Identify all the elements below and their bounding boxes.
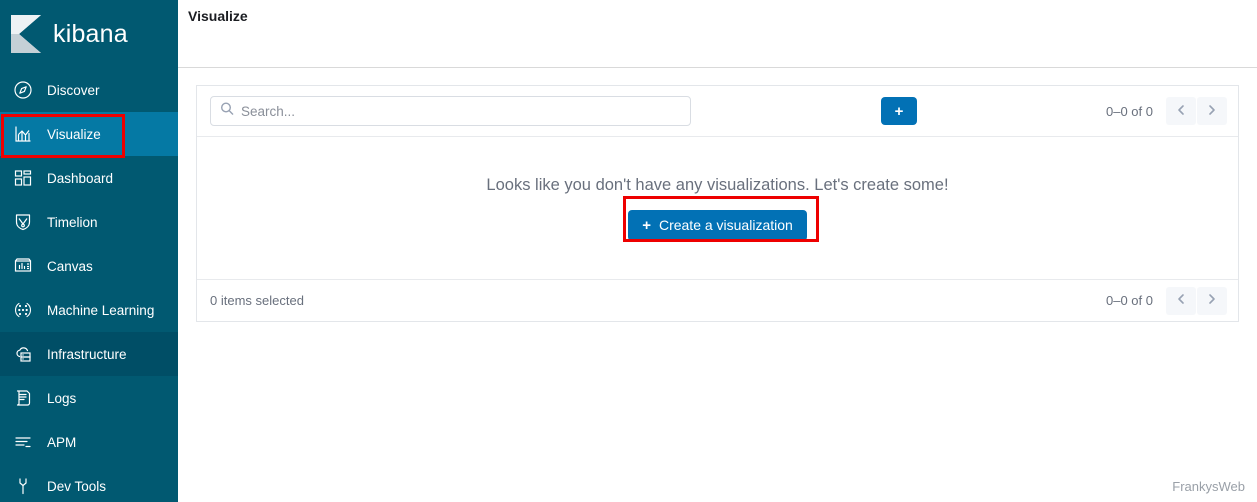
toolbar-pagination: 0–0 of 0 — [1106, 97, 1227, 125]
empty-state: Looks like you don't have any visualizat… — [197, 137, 1238, 279]
kibana-k-logo-icon — [9, 15, 43, 53]
sidebar-item-label: APM — [47, 434, 77, 450]
pagination-label: 0–0 of 0 — [1106, 293, 1153, 308]
sidebar-item-visualize[interactable]: Visualize — [0, 112, 178, 156]
chevron-right-icon — [1206, 293, 1218, 308]
sidebar-item-label: Visualize — [47, 126, 101, 142]
next-page-button[interactable] — [1197, 97, 1227, 125]
brand-name: kibana — [53, 19, 128, 48]
sidebar-item-label: Logs — [47, 390, 77, 406]
sidebar-item-label: Dashboard — [47, 170, 114, 186]
bar-chart-icon — [12, 123, 34, 145]
compass-icon — [12, 79, 34, 101]
chevron-left-icon — [1175, 104, 1187, 119]
canvas-frame-icon — [12, 255, 34, 277]
apm-lines-icon — [12, 431, 34, 453]
plus-icon: + — [642, 216, 651, 234]
add-visualization-button[interactable]: + — [881, 97, 917, 125]
content-area: + 0–0 of 0 — [178, 68, 1257, 322]
plus-icon: + — [894, 102, 904, 120]
sidebar-item-logs[interactable]: Logs — [0, 376, 178, 420]
next-page-button[interactable] — [1197, 286, 1227, 315]
sidebar-item-timelion[interactable]: Timelion — [0, 200, 178, 244]
wrench-icon — [12, 475, 34, 497]
sidebar-item-infrastructure[interactable]: Infrastructure — [0, 332, 178, 376]
sidebar-item-label: Canvas — [47, 258, 93, 274]
brand-header[interactable]: kibana — [0, 0, 178, 68]
sidebar-item-label: Discover — [47, 82, 100, 98]
chevron-left-icon — [1175, 293, 1187, 308]
sidebar-nav: Discover Visualize Dashboard Timelion Ca… — [0, 68, 178, 502]
page-header: Visualize — [178, 0, 1257, 68]
empty-state-message: Looks like you don't have any visualizat… — [486, 175, 949, 194]
sidebar-item-label: Infrastructure — [47, 346, 127, 362]
sidebar-item-discover[interactable]: Discover — [0, 68, 178, 112]
sidebar-item-label: Timelion — [47, 214, 98, 230]
logs-scroll-icon — [12, 387, 34, 409]
search-input[interactable] — [210, 96, 691, 126]
create-visualization-label: Create a visualization — [658, 217, 793, 233]
create-visualization-button[interactable]: + Create a visualization — [628, 209, 807, 241]
cloud-server-icon — [12, 343, 34, 365]
footer-pagination: 0–0 of 0 — [1106, 286, 1227, 315]
panel-footer: 0 items selected 0–0 of 0 — [197, 279, 1238, 321]
shield-timelion-icon — [12, 211, 34, 233]
pagination-label: 0–0 of 0 — [1106, 103, 1153, 119]
sidebar: kibana Discover Visualize Dashboard Time… — [0, 0, 178, 502]
previous-page-button[interactable] — [1166, 286, 1196, 315]
search-field-wrapper — [210, 96, 691, 126]
previous-page-button[interactable] — [1166, 97, 1196, 125]
chevron-right-icon — [1206, 104, 1218, 119]
visualizations-panel: + 0–0 of 0 — [196, 85, 1239, 322]
machine-learning-icon — [12, 299, 34, 321]
items-selected-label: 0 items selected — [210, 293, 304, 308]
watermark: FrankysWeb — [1172, 479, 1245, 494]
main-content: Visualize + — [178, 0, 1257, 502]
page-title: Visualize — [188, 8, 248, 24]
kibana-app-window: kibana Discover Visualize Dashboard Time… — [0, 0, 1257, 502]
sidebar-item-label: Machine Learning — [47, 302, 155, 318]
create-button-wrapper: + Create a visualization — [628, 209, 807, 241]
sidebar-item-dev-tools[interactable]: Dev Tools — [0, 464, 178, 502]
dashboard-grid-icon — [12, 167, 34, 189]
sidebar-item-machine-learning[interactable]: Machine Learning — [0, 288, 178, 332]
sidebar-item-canvas[interactable]: Canvas — [0, 244, 178, 288]
sidebar-item-dashboard[interactable]: Dashboard — [0, 156, 178, 200]
panel-toolbar: + 0–0 of 0 — [197, 86, 1238, 137]
sidebar-item-apm[interactable]: APM — [0, 420, 178, 464]
sidebar-item-label: Dev Tools — [47, 478, 107, 494]
